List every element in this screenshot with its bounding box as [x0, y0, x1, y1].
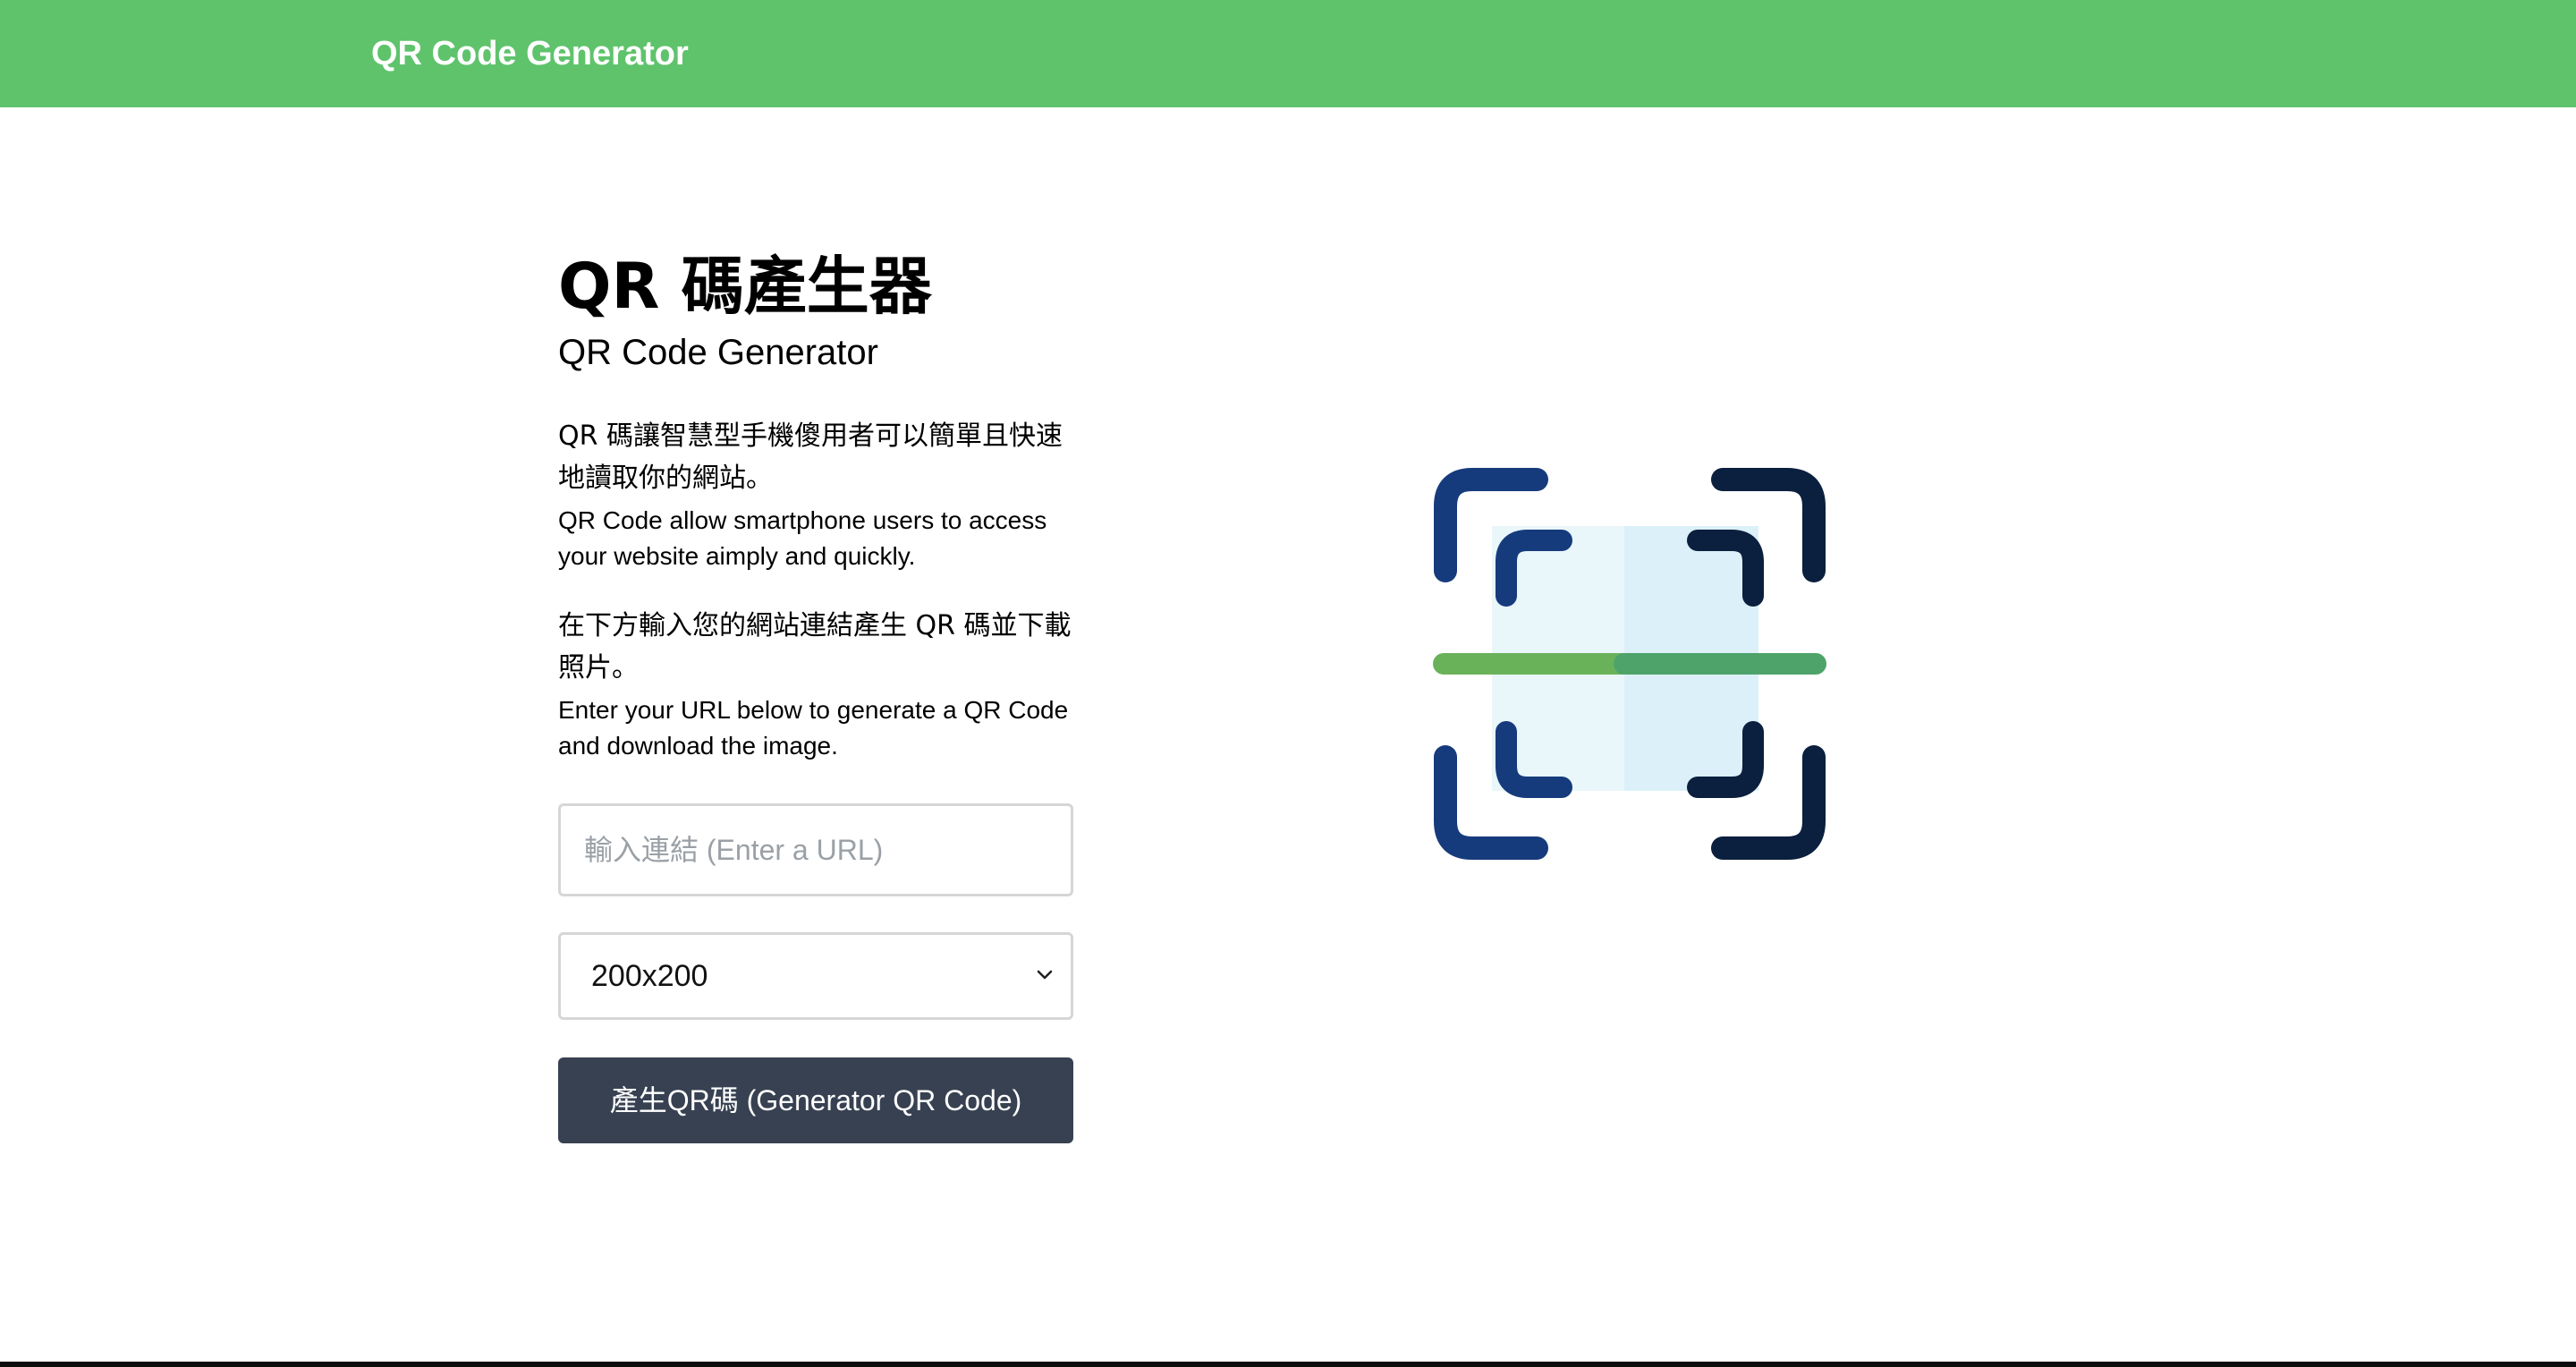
size-select[interactable]: 200x200 — [558, 932, 1073, 1020]
instruction-zh: 在下方輸入您的網站連結產生 QR 碼並下載照片。 — [558, 610, 1072, 684]
generate-qr-button[interactable]: 產生QR碼 (Generator QR Code) — [558, 1057, 1073, 1143]
instruction-en: Enter your URL below to generate a QR Co… — [558, 696, 1069, 760]
page-title: QR 碼產生器 — [558, 250, 932, 323]
description-zh: QR 碼讓智慧型手機傻用者可以簡單且快速地讀取你的網站。 — [558, 420, 1063, 494]
qr-scan-icon — [1433, 468, 1826, 860]
description-en: QR Code allow smartphone users to access… — [558, 506, 1047, 570]
brand-logo-text[interactable]: QR Code Generator — [371, 30, 689, 77]
description-block: QR 碼讓智慧型手機傻用者可以簡單且快速地讀取你的網站。 QR Code all… — [558, 415, 1077, 574]
top-navbar: QR Code Generator — [0, 0, 2576, 107]
chevron-down-icon — [1037, 970, 1053, 980]
size-select-value: 200x200 — [591, 959, 708, 993]
url-input[interactable] — [558, 803, 1073, 896]
generator-form-column: QR 碼產生器 QR Code Generator QR 碼讓智慧型手機傻用者可… — [558, 242, 1077, 1143]
bottom-border — [0, 1362, 2576, 1367]
instruction-block: 在下方輸入您的網站連結產生 QR 碼並下載照片。 Enter your URL … — [558, 605, 1077, 764]
page-subtitle: QR Code Generator — [558, 333, 878, 372]
